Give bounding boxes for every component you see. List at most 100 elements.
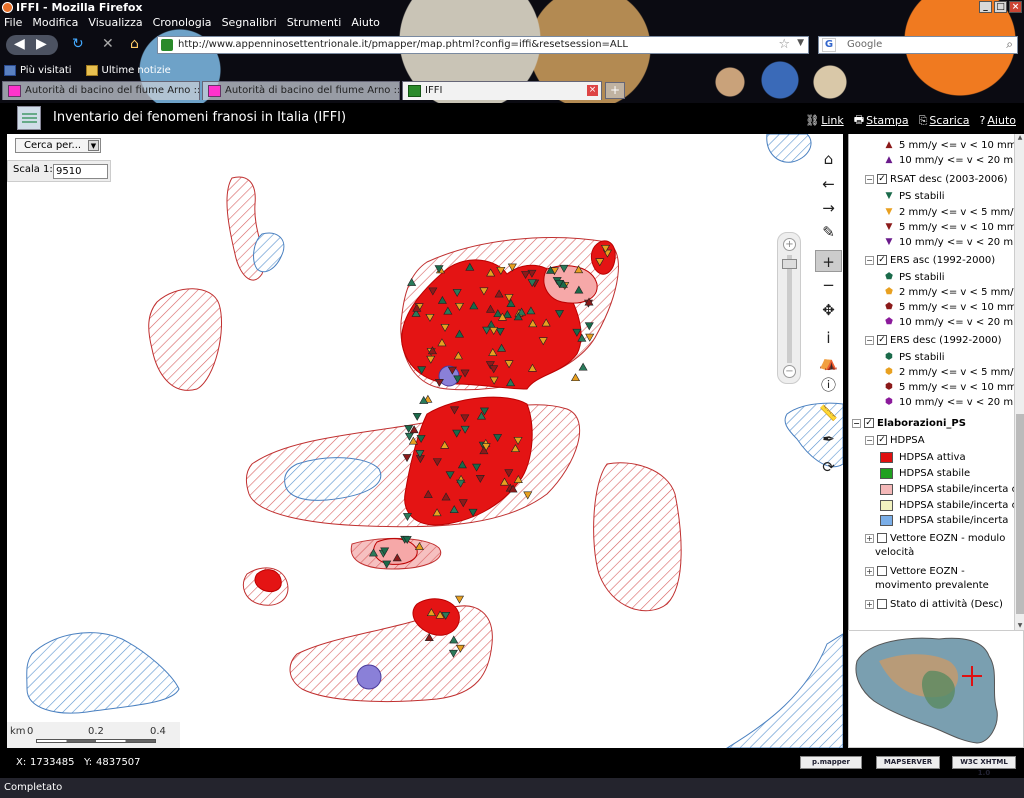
menu-file[interactable]: File xyxy=(4,16,22,31)
collapse-icon[interactable]: − xyxy=(865,335,874,345)
collapse-icon[interactable]: − xyxy=(852,418,861,428)
scroll-up-icon[interactable]: ▲ xyxy=(1016,134,1024,142)
layer-checkbox[interactable] xyxy=(877,566,887,576)
tooltip-tool[interactable]: ⓘ xyxy=(815,374,842,396)
home-icon[interactable]: ⌂ xyxy=(130,36,139,52)
google-icon[interactable]: G xyxy=(822,38,836,52)
legend-scrollbar[interactable]: ▲ ▼ xyxy=(1014,134,1024,630)
tab-bar: Autorità di bacino del fiume Arno :: :: … xyxy=(0,81,1024,100)
stop-icon[interactable]: ✕ xyxy=(102,36,114,52)
bookmark-most-visited[interactable]: Più visitati xyxy=(4,62,72,78)
layer-group-hdpsa[interactable]: − ✓ HDPSA xyxy=(865,433,925,447)
layer-group-rsat-desc[interactable]: − ✓ RSAT desc (2003-2006) xyxy=(865,172,1008,186)
collapse-icon[interactable]: − xyxy=(865,174,874,184)
layer-checkbox[interactable] xyxy=(877,599,887,609)
expand-icon[interactable]: + xyxy=(865,533,874,543)
scrollbar-thumb[interactable] xyxy=(1016,414,1024,614)
zoom-slider-track[interactable] xyxy=(787,255,792,363)
select-tool[interactable]: ⛺ xyxy=(815,351,842,373)
firefox-icon xyxy=(2,2,13,13)
layer-checkbox[interactable]: ✓ xyxy=(877,174,887,184)
menu-visualizza[interactable]: Visualizza xyxy=(88,16,142,31)
help-button[interactable]: ? Aiuto xyxy=(980,111,1016,130)
forward-icon[interactable]: ▶ xyxy=(36,36,47,52)
search-box[interactable]: G Google ⌕ xyxy=(818,36,1018,54)
pan-tool[interactable]: ✥ xyxy=(815,299,842,321)
zoom-in-tool[interactable]: + xyxy=(815,250,842,272)
home-tool[interactable]: ⌂ xyxy=(815,148,842,170)
menu-aiuto[interactable]: Aiuto xyxy=(351,16,380,31)
ps-pentagon-icon: ⬟ xyxy=(885,317,893,327)
menu-cronologia[interactable]: Cronologia xyxy=(153,16,212,31)
tab-arno-2[interactable]: Autorità di bacino del fiume Arno :: Car… xyxy=(202,81,400,100)
layer-checkbox[interactable]: ✓ xyxy=(864,418,874,428)
legend-label: HDPSA stabile xyxy=(899,467,971,479)
legend-label: 2 mm/y <= v < 5 mm/y xyxy=(899,206,1020,218)
url-bar[interactable]: http://www.appenninosettentrionale.it/pm… xyxy=(157,36,809,54)
url-dropdown-icon[interactable]: ▼ xyxy=(797,38,804,48)
layer-group-stato-attivita[interactable]: + Stato di attività (Desc) xyxy=(865,597,1003,611)
layer-section-elaborazioni[interactable]: − ✓ Elaborazioni_PS xyxy=(852,416,966,430)
zoom-out-tool[interactable]: − xyxy=(815,274,842,296)
print-button[interactable]: 🖶 Stampa xyxy=(854,111,909,130)
identify-tool[interactable]: i xyxy=(815,327,842,349)
reload-icon[interactable]: ↻ xyxy=(72,36,84,52)
close-window-button[interactable]: × xyxy=(1009,1,1022,13)
menu-segnalibri[interactable]: Segnalibri xyxy=(222,16,277,31)
ps-hexagon-icon: ⬢ xyxy=(885,397,893,407)
forward-tool[interactable]: → xyxy=(815,197,842,219)
back-tool[interactable]: ← xyxy=(815,173,842,195)
menu-strumenti[interactable]: Strumenti xyxy=(287,16,342,31)
tab-arno-1[interactable]: Autorità di bacino del fiume Arno :: :: xyxy=(2,81,200,100)
mapserver-badge[interactable]: MAPSERVER xyxy=(876,756,940,769)
collapse-icon[interactable]: − xyxy=(865,255,874,265)
search-by-select[interactable]: Cerca per... ▼ xyxy=(15,138,101,153)
map-canvas[interactable]: Cerca per... ▼ Scala 1: + − km 0 0.2 0.4 xyxy=(7,134,843,748)
legend-item: ▼ 2 mm/y <= v < 5 mm/y xyxy=(883,205,1020,219)
layer-group-eozn-modulo[interactable]: + Vettore EOZN - modulo xyxy=(865,531,1005,545)
minimize-button[interactable]: _ xyxy=(979,1,992,13)
zoom-slider-handle[interactable] xyxy=(782,259,797,269)
zoom-out-icon: − xyxy=(822,276,835,294)
search-icon[interactable]: ⌕ xyxy=(1006,37,1013,52)
collapse-icon[interactable]: − xyxy=(865,435,874,445)
scale-input[interactable] xyxy=(53,164,108,179)
coordinate-bar: X: 1733485 Y: 4837507 p.mapper MAPSERVER… xyxy=(0,749,1024,777)
expand-icon[interactable]: + xyxy=(865,566,874,576)
bookmark-star-icon[interactable]: ☆ xyxy=(778,37,790,52)
pmapper-badge[interactable]: p.mapper xyxy=(800,756,862,769)
zoom-slider-minus-icon[interactable]: − xyxy=(783,365,796,378)
zoom-slider[interactable]: + − xyxy=(777,232,801,384)
zoom-slider-plus-icon[interactable]: + xyxy=(783,238,796,251)
layer-checkbox[interactable] xyxy=(877,533,887,543)
w3c-xhtml-badge[interactable]: W3C XHTML 1.0 xyxy=(952,756,1016,777)
layer-group-ers-desc[interactable]: − ✓ ERS desc (1992-2000) xyxy=(865,333,1002,347)
close-tab-icon[interactable]: × xyxy=(587,85,598,96)
zoom-extent-tool[interactable]: ✎ xyxy=(815,221,842,243)
back-icon[interactable]: ◀ xyxy=(14,36,25,52)
scale-bar: km 0 0.2 0.4 xyxy=(7,722,180,748)
measure-tool[interactable]: 📏 xyxy=(815,402,842,424)
bookmark-latest-news[interactable]: Ultime notizie xyxy=(85,62,171,78)
dropdown-arrow-icon[interactable]: ▼ xyxy=(88,140,99,151)
new-tab-button[interactable]: + xyxy=(605,82,625,99)
maximize-button[interactable]: □ xyxy=(994,1,1007,13)
refresh-tool[interactable]: ⟳ xyxy=(815,456,842,478)
layer-checkbox[interactable]: ✓ xyxy=(877,255,887,265)
menu-modifica[interactable]: Modifica xyxy=(32,16,78,31)
download-button[interactable]: ⎘ Scarica xyxy=(919,111,970,130)
zoom-extent-icon: ✎ xyxy=(822,223,835,241)
digitize-tool[interactable]: ✒ xyxy=(815,428,842,450)
layer-checkbox[interactable]: ✓ xyxy=(877,435,887,445)
legend-label: PS stabili xyxy=(899,351,945,363)
layer-group-ers-asc[interactable]: − ✓ ERS asc (1992-2000) xyxy=(865,253,995,267)
layer-checkbox[interactable]: ✓ xyxy=(877,335,887,345)
expand-icon[interactable]: + xyxy=(865,599,874,609)
layer-group-eozn-movimento[interactable]: + Vettore EOZN - xyxy=(865,564,965,578)
overview-map[interactable] xyxy=(848,630,1024,748)
link-button[interactable]: ⛓ Link xyxy=(805,111,844,130)
identify-icon: i xyxy=(826,329,831,347)
scroll-down-icon[interactable]: ▼ xyxy=(1016,622,1024,630)
tab-iffi[interactable]: IFFI × xyxy=(402,81,602,100)
forward-icon: → xyxy=(822,199,835,217)
